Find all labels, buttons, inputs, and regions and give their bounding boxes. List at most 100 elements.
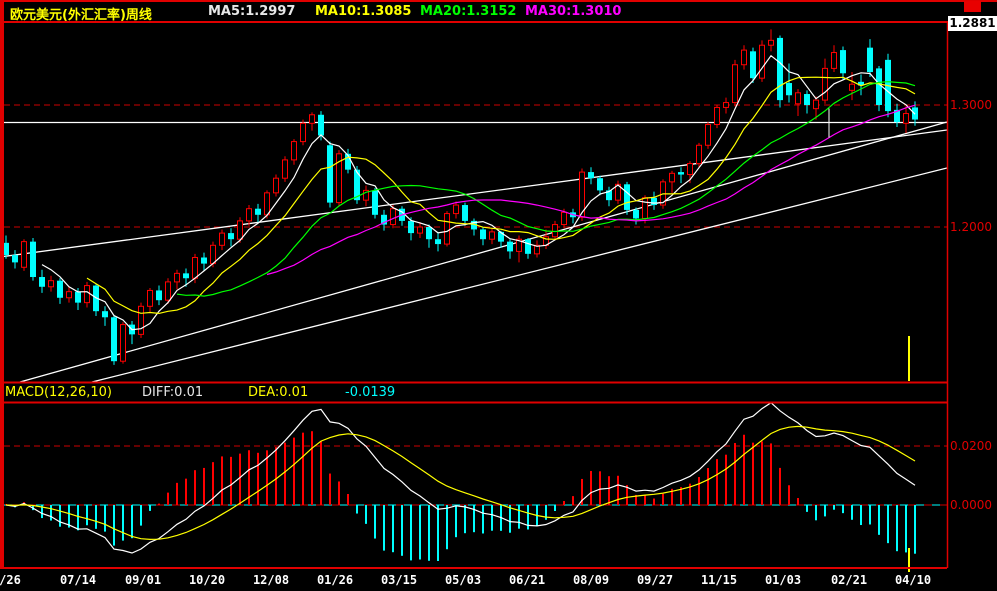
date-tick: /26 — [0, 573, 21, 587]
macd-value-label: -0.0139 — [345, 385, 396, 400]
macd-histogram — [5, 431, 916, 562]
candle-body-up — [453, 204, 459, 215]
candle-body-down — [102, 311, 108, 318]
candle-body-down — [57, 280, 63, 298]
price-axis-label: 1.3000 — [950, 98, 992, 112]
candle-body-down — [39, 277, 45, 287]
candle-body-up — [291, 141, 297, 161]
candle-body-up — [165, 281, 171, 301]
candle-body-up — [48, 280, 54, 288]
candle-body-down — [30, 241, 36, 278]
candle-body-down — [651, 197, 657, 206]
last-price-tag: 1.2881 — [948, 16, 997, 31]
macd-dea-label: DEA:0.01 — [248, 385, 309, 400]
candle-body-up — [147, 289, 153, 307]
date-tick: 01/26 — [316, 573, 354, 587]
candle-body-up — [759, 44, 765, 79]
date-tick: 01/03 — [764, 573, 802, 587]
macd-diff-label: DIFF:0.01 — [142, 385, 204, 400]
candle-body-down — [840, 50, 846, 74]
candle-body-down — [462, 205, 468, 221]
candle-body-down — [777, 37, 783, 101]
candle-body-down — [804, 94, 810, 105]
candle-body-up — [642, 197, 648, 219]
candle-body-up — [552, 224, 558, 238]
candle-body-up — [669, 172, 675, 183]
candle-body-up — [813, 99, 819, 110]
macd-axis-label: 0.0200 — [950, 439, 992, 453]
candle-body-up — [21, 241, 27, 268]
date-tick: 06/21 — [508, 573, 546, 587]
ma5-value-label: MA5:1.2997 — [208, 4, 296, 19]
candle-body-down — [75, 291, 81, 303]
candle-body-up — [84, 285, 90, 304]
window-border-left — [0, 0, 4, 568]
candle-body-down — [588, 172, 594, 179]
candle-body-up — [561, 211, 567, 226]
candle-body-up — [849, 83, 855, 91]
candle-body-up — [273, 177, 279, 194]
candle-body-up — [903, 113, 909, 124]
candle-body-up — [723, 102, 729, 108]
trendline — [19, 121, 947, 382]
candle-body-up — [138, 305, 144, 335]
window-control-button[interactable] — [964, 1, 981, 12]
candle-body-down — [624, 184, 630, 210]
candle-body-up — [696, 144, 702, 165]
candle-body-up — [822, 67, 828, 101]
candle-body-up — [705, 124, 711, 146]
candle-body-down — [786, 83, 792, 96]
symbol-title: 欧元美元(外汇汇率)周线 — [10, 8, 152, 23]
candle-body-up — [174, 272, 180, 283]
price-axis-label: 1.2000 — [950, 220, 992, 234]
candle-body-up — [309, 114, 315, 124]
candle-body-down — [876, 68, 882, 105]
candle-body-up — [120, 324, 126, 362]
candle-body-up — [831, 52, 837, 69]
candle-body-up — [390, 208, 396, 226]
candle-body-down — [12, 255, 18, 263]
candle-body-up — [219, 232, 225, 246]
candle-body-down — [372, 190, 378, 215]
candle-body-up — [417, 226, 423, 234]
chart-app-window: 欧元美元(外汇汇率)周线 MA5:1.2997 MA10:1.3085 MA20… — [0, 0, 997, 591]
candle-body-up — [192, 257, 198, 279]
candles-layer — [4, 29, 918, 365]
trendline — [4, 129, 947, 258]
candle-body-down — [426, 227, 432, 240]
macd-panel — [4, 403, 947, 562]
candle-body-down — [867, 47, 873, 73]
date-tick: 03/15 — [380, 573, 418, 587]
date-tick: 11/15 — [700, 573, 738, 587]
candle-body-down — [183, 273, 189, 279]
date-tick: 05/03 — [444, 573, 482, 587]
ma10-value-label: MA10:1.3085 — [315, 4, 412, 19]
candle-body-down — [408, 220, 414, 234]
candle-body-down — [228, 233, 234, 240]
chart-canvas[interactable] — [0, 0, 997, 591]
candle-body-up — [687, 163, 693, 176]
ma10-line — [86, 76, 916, 315]
date-tick: 08/09 — [572, 573, 610, 587]
candle-body-down — [255, 208, 261, 215]
candle-body-down — [480, 229, 486, 240]
candle-body-up — [210, 244, 216, 265]
dea-line — [5, 425, 916, 541]
diff-line — [5, 403, 916, 554]
candle-body-up — [264, 192, 270, 216]
date-tick: 04/10 — [894, 573, 932, 587]
date-tick: 02/21 — [830, 573, 868, 587]
candle-body-down — [435, 239, 441, 245]
candle-body-up — [714, 106, 720, 126]
candle-body-down — [327, 145, 333, 203]
candle-body-down — [318, 114, 324, 136]
candle-body-down — [156, 290, 162, 301]
macd-indicator-label: MACD(12,26,10) — [5, 385, 113, 400]
candle-body-down — [525, 239, 531, 254]
candle-body-up — [489, 231, 495, 240]
candle-body-down — [678, 172, 684, 175]
candle-body-up — [795, 92, 801, 105]
candle-body-down — [750, 51, 756, 79]
candle-body-down — [597, 178, 603, 191]
candle-body-up — [741, 49, 747, 66]
